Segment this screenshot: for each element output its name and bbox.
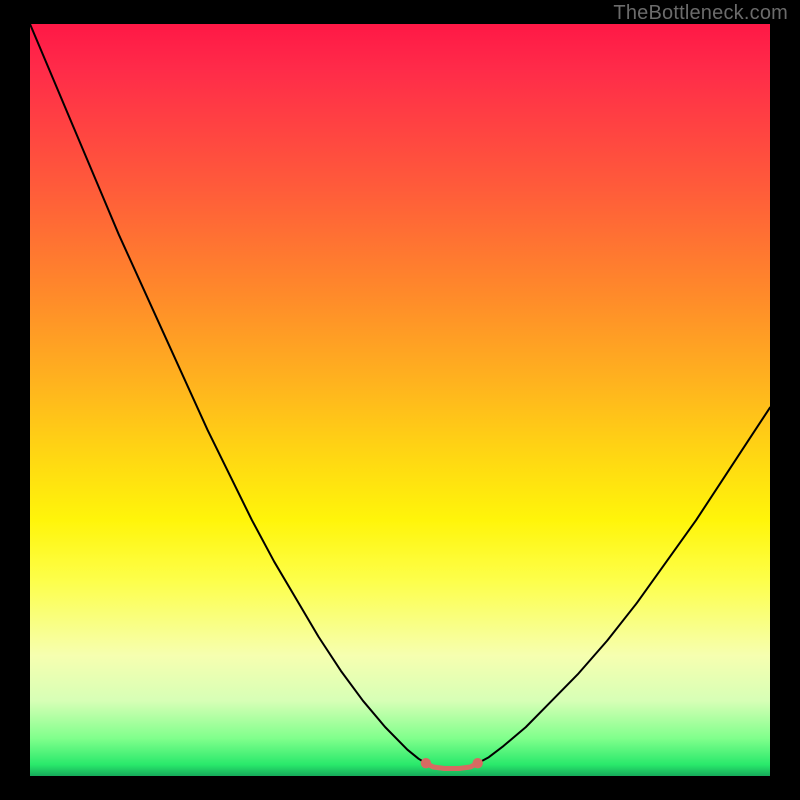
- curve-svg: [30, 24, 770, 776]
- valley-dot-right: [473, 758, 483, 768]
- series-right-curve: [478, 408, 770, 764]
- valley-dot-left: [421, 758, 431, 768]
- series-valley-segment: [426, 763, 478, 768]
- watermark-text: TheBottleneck.com: [613, 2, 788, 25]
- series-left-curve: [30, 24, 426, 763]
- chart-frame: TheBottleneck.com: [0, 0, 800, 800]
- series-group: [30, 24, 770, 768]
- plot-area: [30, 24, 770, 776]
